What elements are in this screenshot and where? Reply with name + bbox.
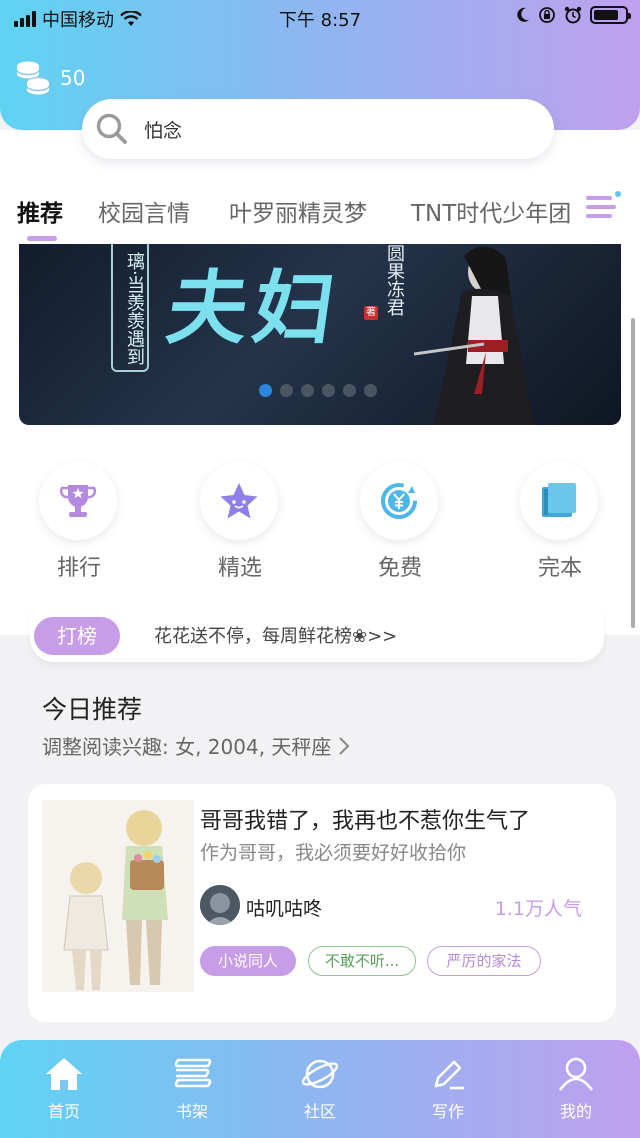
flower-ranking-strip[interactable]: 打榜 花花送不停，每周鲜花榜❀>> bbox=[30, 610, 604, 662]
coin-count: 50 bbox=[60, 66, 86, 90]
author-avatar-image bbox=[200, 885, 240, 925]
ranking-tag: 打榜 bbox=[34, 617, 120, 655]
quick-entry-completed[interactable]: 完本 bbox=[520, 462, 600, 582]
book-title: 哥哥我错了，我再也不惹你生气了 bbox=[200, 809, 531, 834]
author-name[interactable]: 咕叽咕咚 bbox=[246, 894, 322, 921]
banner-character-illustration bbox=[414, 246, 534, 425]
bookshelf-icon bbox=[174, 1058, 212, 1088]
banner-dot[interactable] bbox=[280, 384, 293, 397]
quick-entry-label: 完本 bbox=[537, 556, 582, 581]
nav-label: 社区 bbox=[303, 1102, 336, 1121]
nav-profile[interactable]: 我的 bbox=[531, 1056, 621, 1122]
ranking-promo-text: 花花送不停，每周鲜花榜❀>> bbox=[154, 626, 398, 647]
bottom-navigation: 首页 书架 社区 写作 我的 bbox=[0, 1040, 640, 1138]
nav-label: 写作 bbox=[431, 1102, 464, 1121]
banner-dot[interactable] bbox=[364, 384, 377, 397]
active-tab-indicator bbox=[27, 236, 57, 241]
banner-dot[interactable] bbox=[322, 384, 335, 397]
tab-recommend[interactable]: 推荐 bbox=[17, 194, 63, 228]
category-menu-button[interactable] bbox=[578, 186, 640, 236]
status-bar: 中国移动 下午 8:57 bbox=[0, 0, 640, 34]
book-card[interactable]: 哥哥我错了，我再也不惹你生气了 作为哥哥，我必须要好好收拾你 咕叽咕咚 1.1万… bbox=[28, 784, 616, 1022]
tab-campus-romance[interactable]: 校园言情 bbox=[98, 194, 190, 228]
trophy-icon bbox=[59, 485, 97, 517]
menu-icon bbox=[586, 191, 621, 218]
nav-label: 首页 bbox=[47, 1102, 80, 1121]
alarm-icon bbox=[564, 6, 582, 24]
star-icon bbox=[220, 483, 258, 519]
quick-entry-featured[interactable]: 精选 bbox=[200, 462, 280, 582]
nav-label: 我的 bbox=[559, 1102, 592, 1121]
search-query: 怕念 bbox=[144, 119, 183, 142]
quick-entry-label: 免费 bbox=[377, 556, 422, 581]
battery-icon bbox=[590, 6, 631, 24]
scrollbar[interactable] bbox=[631, 318, 635, 628]
nav-label: 书架 bbox=[175, 1102, 208, 1121]
home-icon bbox=[46, 1058, 82, 1090]
tag-chip[interactable]: 小说同人 bbox=[200, 946, 296, 976]
banner-vertical-text: 璃·当羡羡遇到 bbox=[111, 244, 149, 372]
search-icon bbox=[96, 113, 127, 144]
nav-bookshelf[interactable]: 书架 bbox=[147, 1056, 237, 1122]
nav-community[interactable]: 社区 bbox=[275, 1056, 365, 1122]
planet-icon bbox=[301, 1059, 339, 1089]
coin-balance[interactable]: 50 bbox=[14, 60, 85, 96]
quick-entry-ranking[interactable]: 排行 bbox=[39, 462, 119, 582]
tab-tnt[interactable]: TNT时代少年团 bbox=[411, 194, 571, 228]
category-tabs: 推荐 校园言情 叶罗丽精灵梦 TNT时代少年团 bbox=[0, 186, 640, 242]
banner-author: 圆果冻君 bbox=[384, 244, 405, 316]
coins-icon bbox=[16, 61, 50, 95]
book-description: 作为哥哥，我必须要好好收拾你 bbox=[200, 842, 467, 864]
promo-banner[interactable]: 璃·当羡羡遇到 夫妇 圆果冻君 著 bbox=[19, 244, 621, 425]
tag-chip[interactable]: 严厉的家法 bbox=[427, 946, 541, 976]
tag-chip[interactable]: 不敢不听... bbox=[308, 946, 416, 976]
avatar[interactable] bbox=[200, 885, 240, 925]
quick-entry-free[interactable]: 免费 bbox=[360, 462, 440, 582]
quick-entry-label: 精选 bbox=[217, 556, 262, 581]
banner-dot[interactable] bbox=[343, 384, 356, 397]
banner-pagination bbox=[259, 384, 377, 397]
banner-title-art: 夫妇 bbox=[161, 261, 347, 355]
section-title: 今日推荐 bbox=[42, 695, 143, 724]
adjust-interest-link[interactable]: 调整阅读兴趣: 女, 2004, 天秤座 bbox=[42, 731, 351, 760]
yen-refresh-icon bbox=[381, 483, 417, 519]
popularity-count: 1.1万人气 bbox=[494, 898, 582, 920]
quick-entry-label: 排行 bbox=[56, 556, 101, 581]
banner-seal: 著 bbox=[364, 306, 378, 320]
tab-yeloli[interactable]: 叶罗丽精灵梦 bbox=[229, 194, 367, 228]
banner-dot[interactable] bbox=[301, 384, 314, 397]
banner-dot[interactable] bbox=[259, 384, 272, 397]
moon-icon bbox=[517, 7, 529, 22]
nav-write[interactable]: 写作 bbox=[403, 1056, 493, 1122]
pen-icon bbox=[434, 1060, 464, 1090]
search-bar[interactable]: 怕念 bbox=[82, 99, 554, 159]
book-icon bbox=[542, 483, 576, 517]
nav-home[interactable]: 首页 bbox=[19, 1056, 109, 1122]
book-cover-image bbox=[42, 800, 194, 992]
chevron-right-icon bbox=[339, 736, 350, 755]
user-icon bbox=[558, 1057, 594, 1091]
orientation-lock-icon bbox=[539, 7, 555, 23]
interest-settings-text: 调整阅读兴趣: 女, 2004, 天秤座 bbox=[42, 735, 332, 759]
